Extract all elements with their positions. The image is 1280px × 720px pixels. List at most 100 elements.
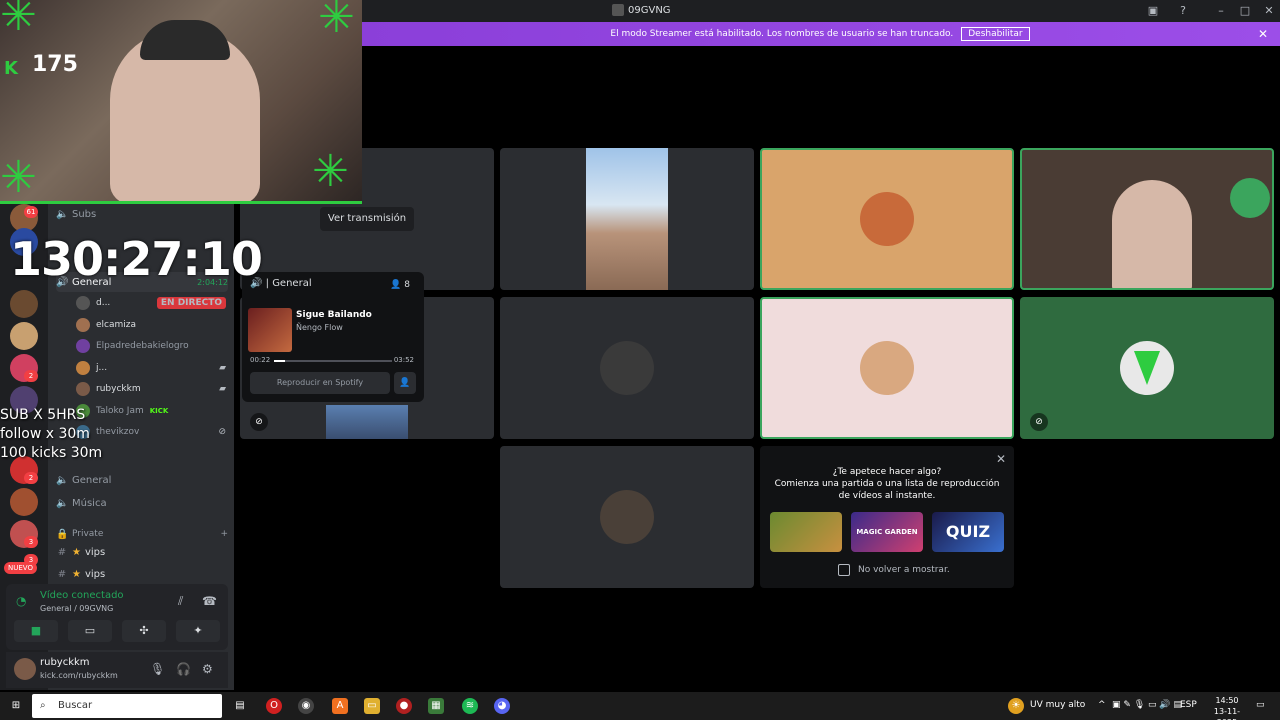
- leaf-icon: ✳: [318, 0, 355, 43]
- app-icon[interactable]: ●: [396, 698, 412, 714]
- user-name: d...: [96, 298, 111, 308]
- voice-user[interactable]: elcamiza: [76, 315, 226, 335]
- task-view-icon[interactable]: ▤: [232, 698, 248, 714]
- lock-icon: 🔒: [56, 528, 69, 540]
- channel-general[interactable]: 🔈 General: [56, 470, 228, 490]
- activity-line2: de vídeos al instante.: [838, 491, 936, 501]
- disable-streamer-button[interactable]: Deshabilitar: [961, 27, 1030, 41]
- camera-button[interactable]: ■: [14, 620, 58, 642]
- activity-line1: Comienza una partida o una lista de repr…: [774, 479, 1000, 489]
- speaker-icon: 🔈: [56, 208, 69, 220]
- tray-chevron-icon[interactable]: ^: [1098, 700, 1106, 710]
- microphone-icon[interactable]: 🎙: [150, 662, 165, 676]
- avatar: [600, 490, 654, 544]
- minimize-icon[interactable]: –: [1214, 4, 1228, 18]
- video-tile-user[interactable]: [500, 297, 754, 439]
- noise-suppression-icon[interactable]: ⫽: [178, 594, 183, 609]
- weather-text[interactable]: UV muy alto: [1030, 700, 1085, 710]
- artist-name: Ñengo Flow: [296, 323, 343, 332]
- soundboard-button[interactable]: ✦: [176, 620, 220, 642]
- clock[interactable]: 14:50 13-11-2025: [1204, 695, 1250, 720]
- channel-label: vips: [84, 568, 106, 580]
- rule-line: follow x 30m: [0, 426, 90, 442]
- avatar: [76, 318, 90, 332]
- help-icon[interactable]: ?: [1176, 4, 1190, 18]
- maximize-icon[interactable]: □: [1238, 4, 1252, 18]
- opera-icon[interactable]: O: [266, 698, 282, 714]
- video-tile-speaking[interactable]: [760, 148, 1014, 290]
- kick-logo-icon: K: [4, 58, 18, 79]
- avatar: [76, 382, 90, 396]
- decoration: [1230, 178, 1270, 218]
- connection-status[interactable]: Vídeo conectado: [40, 590, 124, 601]
- channel-label: Música: [72, 497, 107, 509]
- user-icon: 👤: [390, 280, 402, 290]
- game-card-1[interactable]: [770, 512, 842, 552]
- close-banner-icon[interactable]: ✕: [1258, 27, 1268, 41]
- star-icon: ★: [72, 546, 81, 558]
- voice-user[interactable]: Elpadredebakielogro: [76, 336, 226, 356]
- server-icon[interactable]: [10, 290, 38, 318]
- watch-stream-button[interactable]: Ver transmisión: [320, 207, 414, 231]
- user-name[interactable]: rubyckkm: [40, 657, 90, 668]
- channel-subs[interactable]: 🔈 Subs: [56, 204, 228, 224]
- checkbox[interactable]: [838, 564, 850, 576]
- mute-icon: ⊘: [1030, 413, 1048, 431]
- server-icon[interactable]: [10, 488, 38, 516]
- channel-musica[interactable]: 🔈 Música: [56, 493, 228, 513]
- kick-badge: KICK: [149, 407, 169, 415]
- taskbar-search[interactable]: ⌕ Buscar: [32, 694, 222, 718]
- voice-user[interactable]: d... EN DIRECTO: [76, 293, 226, 313]
- voice-user[interactable]: j... ▰: [76, 358, 226, 378]
- video-tile-user-2[interactable]: [500, 446, 754, 588]
- game-card-magic-garden[interactable]: MAGIC GARDEN: [851, 512, 923, 552]
- screen-share-button[interactable]: ▭: [68, 620, 112, 642]
- video-tile-kick[interactable]: ⊘: [1020, 297, 1274, 439]
- avatar: [860, 341, 914, 395]
- category-private[interactable]: 🔒 Private +: [56, 524, 228, 544]
- channel-vips-2[interactable]: # ★ vips: [56, 564, 228, 584]
- hash-icon: #: [57, 546, 67, 558]
- activities-button[interactable]: ✣: [122, 620, 166, 642]
- windows-start-icon[interactable]: ⊞: [8, 698, 24, 714]
- subathon-timer: 130:27:10: [10, 232, 263, 286]
- play-on-spotify-button[interactable]: Reproducir en Spotify: [250, 372, 390, 394]
- user-name: elcamiza: [96, 320, 137, 330]
- notifications-icon[interactable]: ▭: [1256, 700, 1265, 710]
- server-icon[interactable]: [10, 322, 38, 350]
- disconnect-icon[interactable]: ☎: [202, 594, 217, 608]
- activity-text: ¿Te apetece hacer algo? Comienza una par…: [760, 466, 1014, 502]
- gear-icon[interactable]: ⚙: [202, 662, 213, 676]
- obs-icon[interactable]: ◉: [298, 698, 314, 714]
- avatar: [600, 341, 654, 395]
- video-tile-webcam[interactable]: [1020, 148, 1274, 290]
- user-avatar[interactable]: [14, 658, 36, 680]
- signal-icon: ◔: [16, 594, 27, 608]
- language-indicator[interactable]: ESP: [1180, 700, 1197, 710]
- avatar: [76, 296, 90, 310]
- discord-icon[interactable]: ◕: [494, 698, 510, 714]
- video-tile-selfie[interactable]: [500, 148, 754, 290]
- tray-icons[interactable]: ▣ ✎ 🎙 ▭ 🔊 ▤: [1112, 700, 1182, 710]
- rule-line: 100 kicks 30m: [0, 445, 103, 461]
- hash-icon: #: [57, 568, 67, 580]
- inbox-icon[interactable]: ▣: [1146, 4, 1160, 18]
- close-window-icon[interactable]: ✕: [1262, 4, 1276, 18]
- dont-show-again[interactable]: No volver a mostrar.: [838, 564, 950, 576]
- clock-date: 13-11-2025: [1213, 707, 1241, 720]
- invite-icon[interactable]: 👤: [394, 372, 416, 394]
- app-icon[interactable]: A: [332, 698, 348, 714]
- spotify-icon[interactable]: ≋: [462, 698, 478, 714]
- add-channel-icon[interactable]: +: [220, 529, 228, 539]
- video-tile-speaking-2[interactable]: [760, 297, 1014, 439]
- window-title-text: 09GVNG: [628, 4, 671, 16]
- game-card-quiz[interactable]: QUIZ: [932, 512, 1004, 552]
- file-explorer-icon[interactable]: ▭: [364, 698, 380, 714]
- user-panel: rubyckkm kick.com/rubyckkm 🎙 🎧 ⚙: [6, 652, 228, 688]
- server-icon: [612, 4, 624, 16]
- store-icon[interactable]: ▦: [428, 698, 444, 714]
- channel-vips[interactable]: # ★ vips: [56, 542, 228, 562]
- voice-user[interactable]: rubyckkm ▰: [76, 379, 226, 399]
- headphones-icon[interactable]: 🎧: [176, 662, 191, 676]
- close-activity-icon[interactable]: ✕: [996, 452, 1006, 466]
